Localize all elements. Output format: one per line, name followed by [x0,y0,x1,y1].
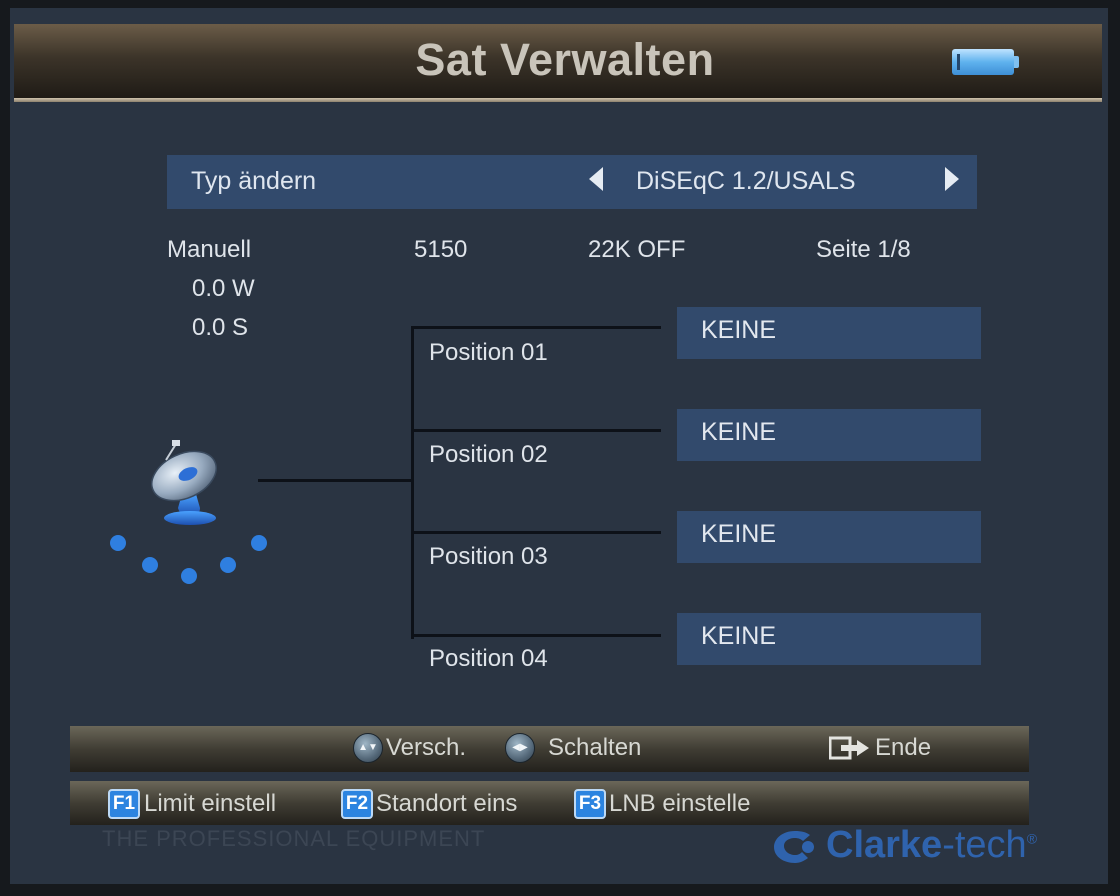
type-selector-value[interactable]: DiSEqC 1.2/USALS [636,167,856,196]
tree-line [411,531,661,534]
f3-key[interactable]: F3 [574,789,606,819]
position-satellite-value[interactable]: KEINE [701,316,776,345]
position-label: Position 01 [429,339,548,366]
signal-dot [181,568,197,584]
osd-screen: Sat Verwalten Typ ändern DiSEqC 1.2/USAL… [0,0,1120,896]
position-label: Position 02 [429,441,548,468]
brand-logo-icon [774,831,814,863]
signal-dot [142,557,158,573]
f1-key[interactable]: F1 [108,789,140,819]
exit-icon [829,736,869,760]
mode-text: Manuell [167,236,252,263]
battery-tip [1014,56,1019,68]
f3-label[interactable]: LNB einstelle [609,790,750,818]
page-indicator: Seite 1/8 [816,236,911,263]
type-selector-label: Typ ändern [191,167,317,195]
signal-dot [110,535,126,551]
satellite-dish-icon [151,440,217,525]
position-label: Position 03 [429,543,548,570]
tree-line [411,326,661,329]
f1-label[interactable]: Limit einstell [144,790,276,818]
signal-dot [251,535,267,551]
signal-dot [220,557,236,573]
position-satellite-value[interactable]: KEINE [701,418,776,447]
tv-bezel-bottom [0,884,1120,896]
brand-name-suffix: -tech [942,824,1027,866]
left-right-glyph: ◀▶ [512,742,528,753]
move-hint: Versch. [386,734,467,761]
header-divider [14,98,1102,102]
arrow-right-icon[interactable] [945,167,959,191]
brand-registered-mark: ® [1026,830,1038,847]
tv-bezel-left [0,0,10,896]
tree-line [411,429,661,432]
footer-watermark: THE PROFESSIONAL EQUIPMENT [102,826,486,851]
position-label: Position 04 [429,645,548,672]
arrow-left-icon[interactable] [589,167,603,191]
up-down-glyph: ▲▼ [358,742,378,753]
battery-icon [952,49,1014,75]
longitude-value: 0.0 W [192,275,255,302]
tv-bezel-top [0,0,1120,8]
latitude-value: 0.0 S [192,314,249,341]
tree-line [411,326,414,639]
left-right-key-icon: ◀▶ [505,733,535,763]
tree-line [258,479,414,482]
brand-name-main: Clarke [826,824,943,866]
tv-bezel-right [1108,0,1120,896]
position-satellite-value[interactable]: KEINE [701,520,776,549]
f2-key[interactable]: F2 [341,789,373,819]
f2-label[interactable]: Standort eins [376,790,517,818]
position-satellite-value[interactable]: KEINE [701,622,776,651]
switch-hint: Schalten [548,734,642,761]
tree-line [411,634,661,637]
tone-22k-status: 22K OFF [588,236,686,263]
up-down-key-icon: ▲▼ [353,733,383,763]
lnb-frequency: 5150 [414,236,468,263]
exit-hint: Ende [875,734,932,761]
brand-name: Clarke-tech® [826,824,1037,867]
